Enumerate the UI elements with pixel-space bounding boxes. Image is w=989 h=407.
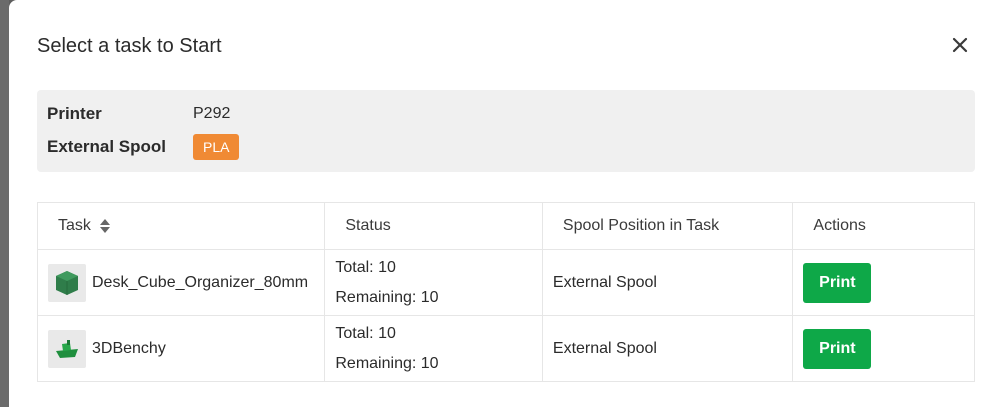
task-cell: Desk_Cube_Organizer_80mm [38, 250, 326, 315]
external-spool-row: External Spool PLA [47, 133, 240, 161]
filament-type-badge: PLA [193, 134, 240, 160]
task-table: Task Status Spool Position in Task Actio… [37, 202, 975, 382]
cube-model-icon [56, 270, 78, 295]
printer-info-panel: Printer P292 External Spool PLA [37, 90, 975, 172]
external-spool-label: External Spool [47, 137, 167, 156]
sort-icon[interactable] [99, 218, 111, 234]
header-actions: Actions [813, 217, 866, 234]
select-task-dialog: Select a task to Start Printer P292 Exte… [9, 0, 989, 407]
task-name: 3DBenchy [92, 339, 166, 357]
benchy-boat-icon [56, 339, 78, 358]
print-button[interactable]: Print [803, 262, 872, 303]
header-spool-position: Spool Position in Task [543, 203, 794, 249]
header-task[interactable]: Task [38, 203, 326, 249]
spool-position-cell: External Spool [543, 316, 794, 381]
table-row: 3DBenchy Total: 10 Remaining: 10 Externa… [38, 316, 974, 382]
printer-row: Printer P292 [47, 100, 230, 128]
status-total: Total: 10 [335, 324, 396, 342]
task-cell: 3DBenchy [38, 316, 326, 381]
dialog-header: Select a task to Start [37, 30, 989, 62]
print-button[interactable]: Print [803, 328, 872, 369]
close-icon [952, 37, 968, 53]
task-thumbnail [48, 263, 86, 302]
backdrop-overlay [0, 0, 9, 407]
table-header-row: Task Status Spool Position in Task Actio… [38, 203, 974, 250]
close-button[interactable] [949, 34, 971, 56]
status-cell: Total: 10 Remaining: 10 [325, 250, 543, 315]
actions-cell: Print [793, 316, 974, 381]
status-total: Total: 10 [335, 258, 396, 276]
table-row: Desk_Cube_Organizer_80mm Total: 10 Remai… [38, 250, 974, 316]
status-cell: Total: 10 Remaining: 10 [325, 316, 543, 381]
task-thumbnail [48, 329, 86, 368]
status-remaining: Remaining: 10 [335, 354, 439, 372]
spool-position-cell: External Spool [543, 250, 794, 315]
status-remaining: Remaining: 10 [335, 288, 439, 306]
printer-value: P292 [193, 105, 231, 122]
header-status: Status [325, 203, 543, 249]
header-task-label: Task [58, 217, 91, 234]
actions-cell: Print [793, 250, 974, 315]
printer-label: Printer [47, 104, 102, 123]
task-name: Desk_Cube_Organizer_80mm [92, 273, 309, 291]
dialog-title: Select a task to Start [37, 35, 222, 57]
